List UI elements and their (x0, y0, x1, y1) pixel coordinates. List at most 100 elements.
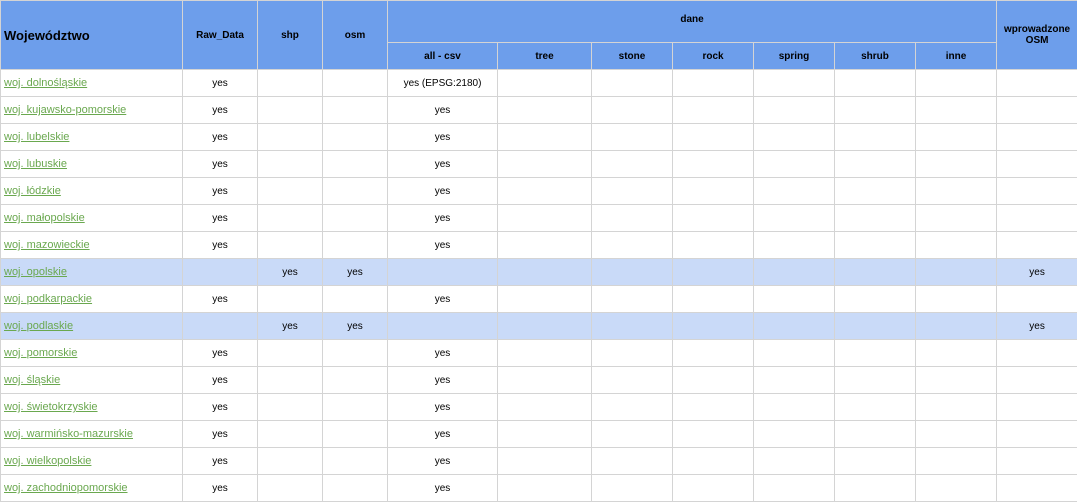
rock-cell[interactable] (672, 231, 754, 259)
stone-cell[interactable] (591, 204, 673, 232)
voivodeship-cell[interactable]: woj. zachodniopomorskie (0, 474, 183, 502)
raw-data-cell[interactable]: yes (182, 123, 258, 151)
raw-data-cell[interactable]: yes (182, 204, 258, 232)
spring-cell[interactable] (753, 366, 835, 394)
all-csv-cell[interactable]: yes (387, 420, 498, 448)
all-csv-cell[interactable]: yes (387, 231, 498, 259)
voivodeship-cell[interactable]: woj. śląskie (0, 366, 183, 394)
wprowadzone-osm-cell[interactable] (996, 204, 1077, 232)
voivodeship-link[interactable]: woj. dolnośląskie (4, 77, 87, 89)
all-csv-cell[interactable]: yes (387, 474, 498, 502)
shrub-cell[interactable] (834, 69, 916, 97)
tree-cell[interactable] (497, 123, 592, 151)
inne-cell[interactable] (914, 150, 998, 178)
shrub-cell[interactable] (834, 285, 916, 313)
shrub-cell[interactable] (834, 393, 916, 421)
spring-cell[interactable] (753, 312, 835, 340)
raw-data-cell[interactable] (182, 312, 258, 340)
all-csv-cell[interactable]: yes (387, 150, 498, 178)
voivodeship-link[interactable]: woj. warmińsko-mazurskie (4, 428, 133, 440)
wprowadzone-osm-cell[interactable] (996, 96, 1077, 124)
osm-cell[interactable] (322, 204, 388, 232)
voivodeship-cell[interactable]: woj. podlaskie (0, 312, 183, 340)
header-stone[interactable]: stone (591, 42, 673, 70)
voivodeship-link[interactable]: woj. kujawsko-pomorskie (4, 104, 126, 116)
header-raw-data[interactable]: Raw_Data (182, 0, 258, 70)
osm-cell[interactable] (322, 285, 388, 313)
shp-cell[interactable] (257, 69, 323, 97)
shrub-cell[interactable] (834, 474, 916, 502)
raw-data-cell[interactable]: yes (182, 177, 258, 205)
all-csv-cell[interactable]: yes (387, 177, 498, 205)
osm-cell[interactable] (322, 339, 388, 367)
shp-cell[interactable] (257, 420, 323, 448)
inne-cell[interactable] (914, 393, 998, 421)
tree-cell[interactable] (497, 150, 592, 178)
stone-cell[interactable] (591, 339, 673, 367)
voivodeship-link[interactable]: woj. mazowieckie (4, 239, 90, 251)
voivodeship-cell[interactable]: woj. warmińsko-mazurskie (0, 420, 183, 448)
spring-cell[interactable] (753, 420, 835, 448)
rock-cell[interactable] (672, 258, 754, 286)
tree-cell[interactable] (497, 285, 592, 313)
shrub-cell[interactable] (834, 123, 916, 151)
shp-cell[interactable] (257, 123, 323, 151)
stone-cell[interactable] (591, 96, 673, 124)
spring-cell[interactable] (753, 285, 835, 313)
header-rock[interactable]: rock (672, 42, 754, 70)
shp-cell[interactable] (257, 474, 323, 502)
all-csv-cell[interactable]: yes (387, 393, 498, 421)
shp-cell[interactable] (257, 177, 323, 205)
header-wojewodztwo[interactable]: Województwo (0, 0, 183, 70)
raw-data-cell[interactable]: yes (182, 231, 258, 259)
inne-cell[interactable] (914, 231, 998, 259)
stone-cell[interactable] (591, 69, 673, 97)
voivodeship-link[interactable]: woj. małopolskie (4, 212, 85, 224)
tree-cell[interactable] (497, 177, 592, 205)
osm-cell[interactable] (322, 393, 388, 421)
voivodeship-cell[interactable]: woj. dolnośląskie (0, 69, 183, 97)
shrub-cell[interactable] (834, 312, 916, 340)
inne-cell[interactable] (914, 312, 998, 340)
spring-cell[interactable] (753, 177, 835, 205)
voivodeship-link[interactable]: woj. lubelskie (4, 131, 69, 143)
inne-cell[interactable] (914, 285, 998, 313)
tree-cell[interactable] (497, 231, 592, 259)
rock-cell[interactable] (672, 420, 754, 448)
header-shp[interactable]: shp (257, 0, 323, 70)
tree-cell[interactable] (497, 204, 592, 232)
raw-data-cell[interactable]: yes (182, 150, 258, 178)
voivodeship-link[interactable]: woj. śląskie (4, 374, 60, 386)
stone-cell[interactable] (591, 258, 673, 286)
raw-data-cell[interactable]: yes (182, 285, 258, 313)
voivodeship-cell[interactable]: woj. pomorskie (0, 339, 183, 367)
header-wprowadzone-osm[interactable]: wprowadzone OSM (996, 0, 1077, 70)
shp-cell[interactable]: yes (257, 312, 323, 340)
all-csv-cell[interactable]: yes (387, 123, 498, 151)
rock-cell[interactable] (672, 96, 754, 124)
raw-data-cell[interactable]: yes (182, 69, 258, 97)
spring-cell[interactable] (753, 123, 835, 151)
tree-cell[interactable] (497, 474, 592, 502)
rock-cell[interactable] (672, 474, 754, 502)
wprowadzone-osm-cell[interactable] (996, 177, 1077, 205)
shp-cell[interactable] (257, 150, 323, 178)
stone-cell[interactable] (591, 231, 673, 259)
shp-cell[interactable] (257, 393, 323, 421)
shp-cell[interactable] (257, 285, 323, 313)
tree-cell[interactable] (497, 393, 592, 421)
spring-cell[interactable] (753, 69, 835, 97)
rock-cell[interactable] (672, 447, 754, 475)
shp-cell[interactable]: yes (257, 258, 323, 286)
shrub-cell[interactable] (834, 96, 916, 124)
raw-data-cell[interactable]: yes (182, 447, 258, 475)
rock-cell[interactable] (672, 69, 754, 97)
voivodeship-link[interactable]: woj. podkarpackie (4, 293, 92, 305)
inne-cell[interactable] (914, 204, 998, 232)
raw-data-cell[interactable]: yes (182, 366, 258, 394)
osm-cell[interactable] (322, 150, 388, 178)
voivodeship-cell[interactable]: woj. opolskie (0, 258, 183, 286)
stone-cell[interactable] (591, 366, 673, 394)
header-osm[interactable]: osm (322, 0, 388, 70)
spring-cell[interactable] (753, 393, 835, 421)
